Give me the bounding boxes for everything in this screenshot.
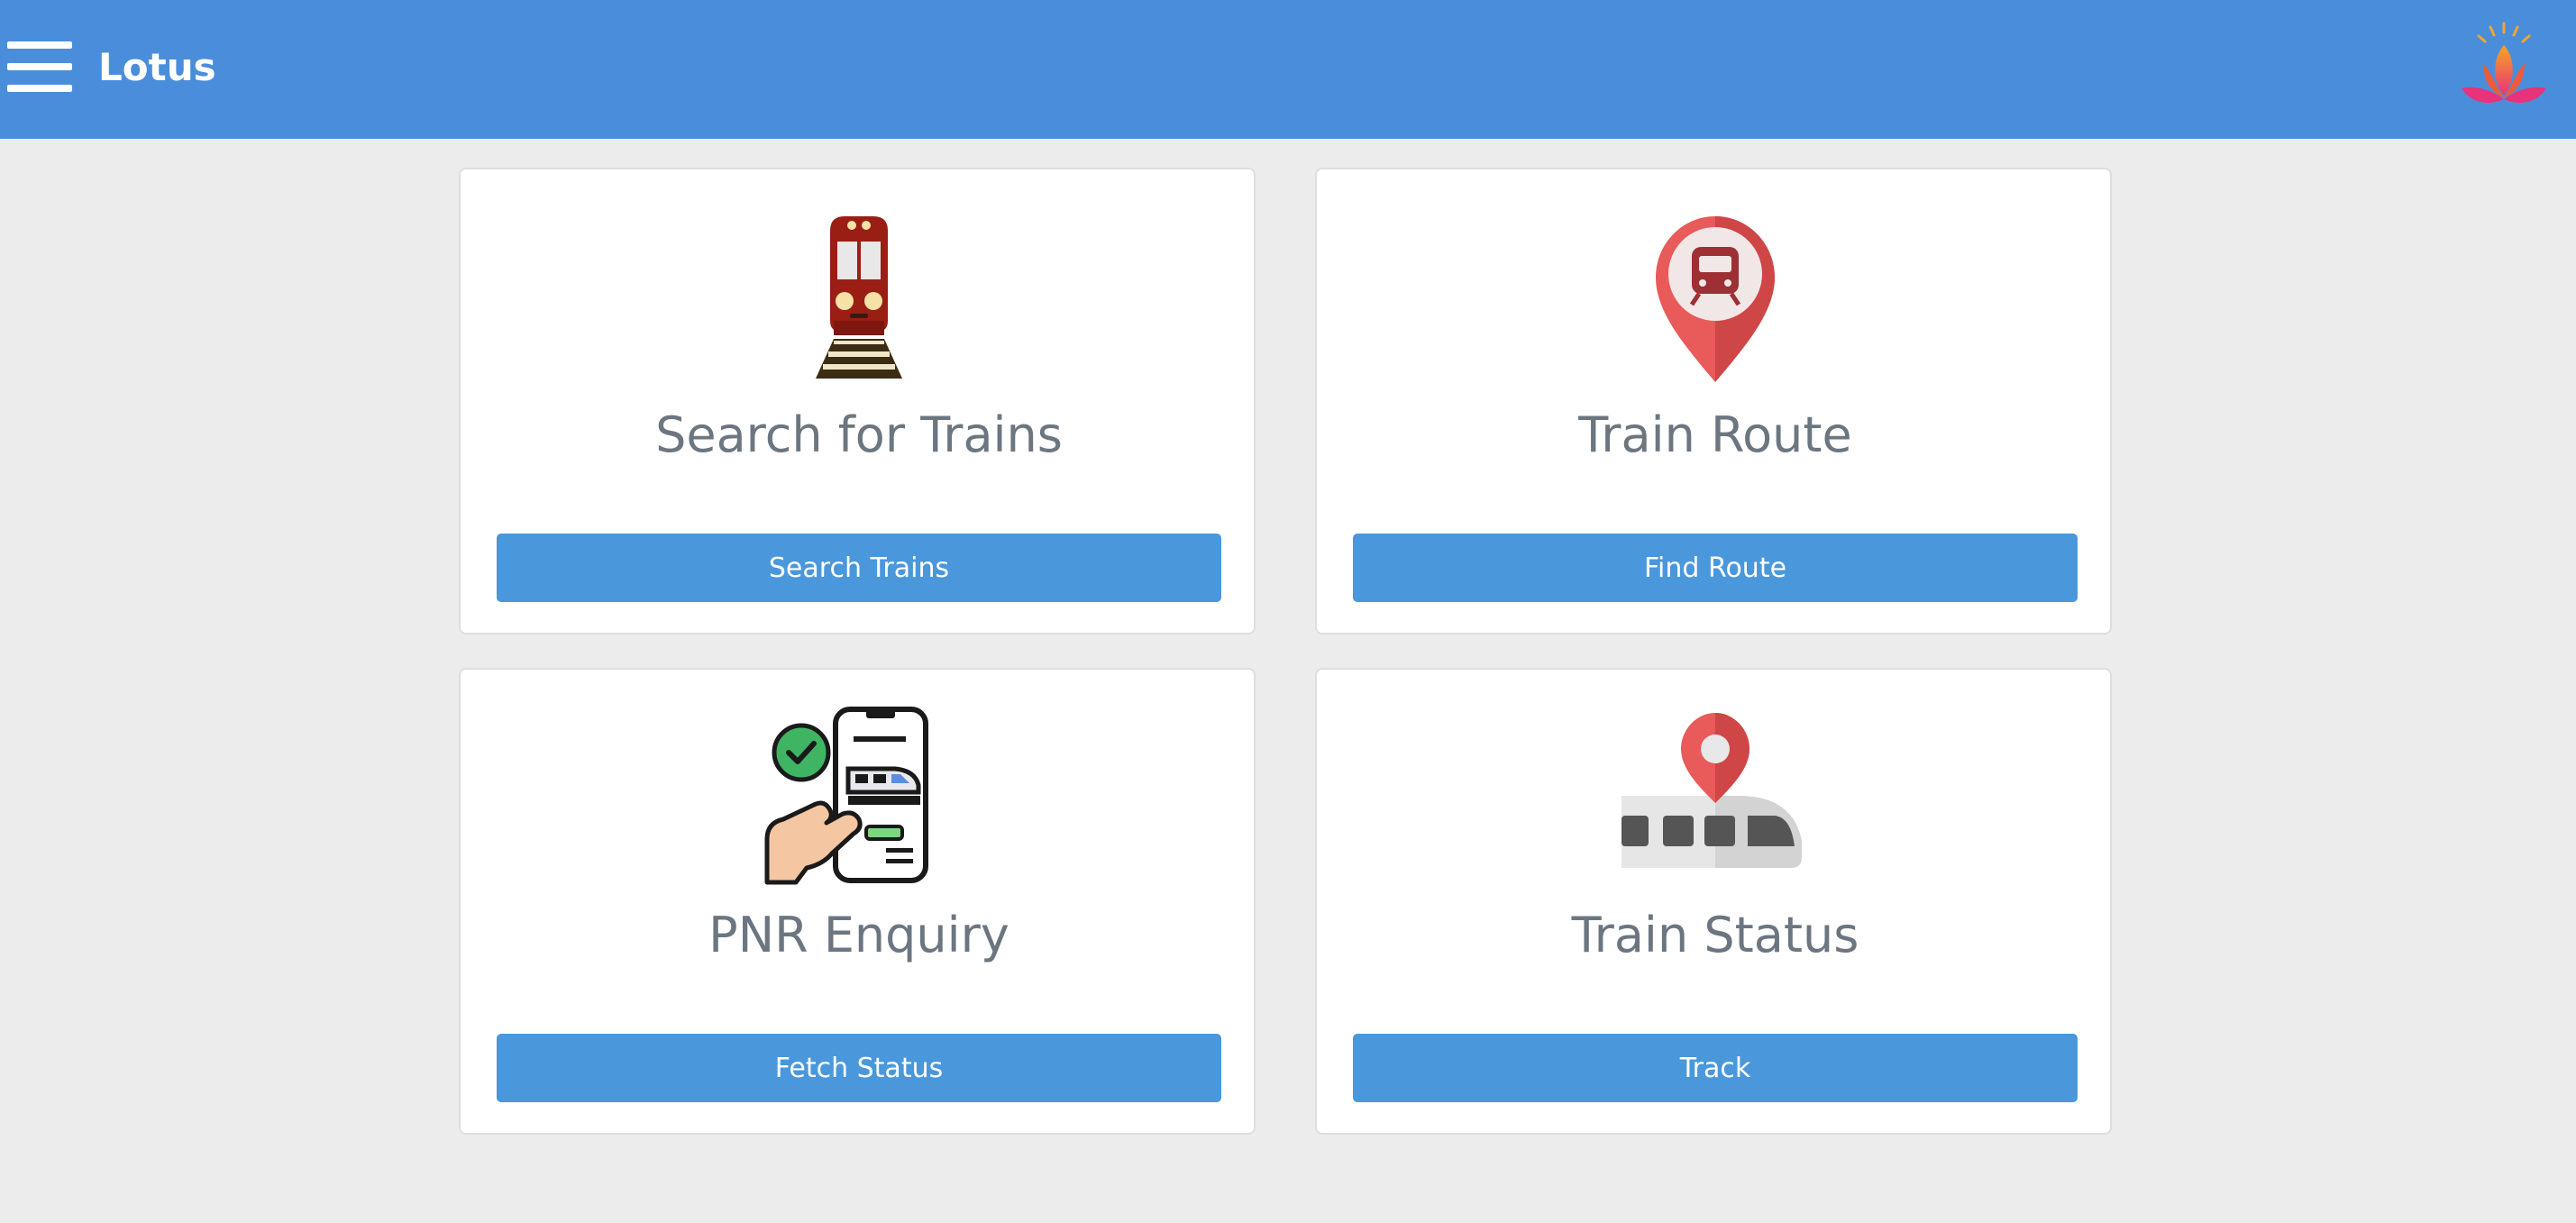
- train-route-card: Train Route Find Route: [1315, 168, 2112, 634]
- train-tracking-icon: [1317, 706, 2114, 886]
- lotus-logo-icon[interactable]: [2456, 18, 2552, 114]
- phone-ticket-icon: [461, 706, 1257, 886]
- hamburger-menu-icon[interactable]: [7, 41, 72, 92]
- fetch-status-button[interactable]: Fetch Status: [497, 1034, 1221, 1102]
- location-pin-train-icon: [1317, 205, 2114, 386]
- search-trains-button[interactable]: Search Trains: [497, 534, 1221, 602]
- card-title: Train Route: [1578, 406, 1852, 463]
- card-title: Train Status: [1571, 907, 1859, 963]
- top-navbar: Lotus: [0, 0, 2576, 139]
- track-button[interactable]: Track: [1353, 1034, 2078, 1102]
- card-title: Search for Trains: [655, 406, 1063, 463]
- search-trains-card: Search for Trains Search Trains: [459, 168, 1256, 634]
- train-icon: [461, 205, 1257, 386]
- brand-name[interactable]: Lotus: [98, 43, 216, 92]
- find-route-button[interactable]: Find Route: [1353, 534, 2078, 602]
- pnr-enquiry-card: PNR Enquiry Fetch Status: [459, 668, 1256, 1135]
- card-title: PNR Enquiry: [708, 907, 1009, 963]
- train-status-card: Train Status Track: [1315, 668, 2112, 1135]
